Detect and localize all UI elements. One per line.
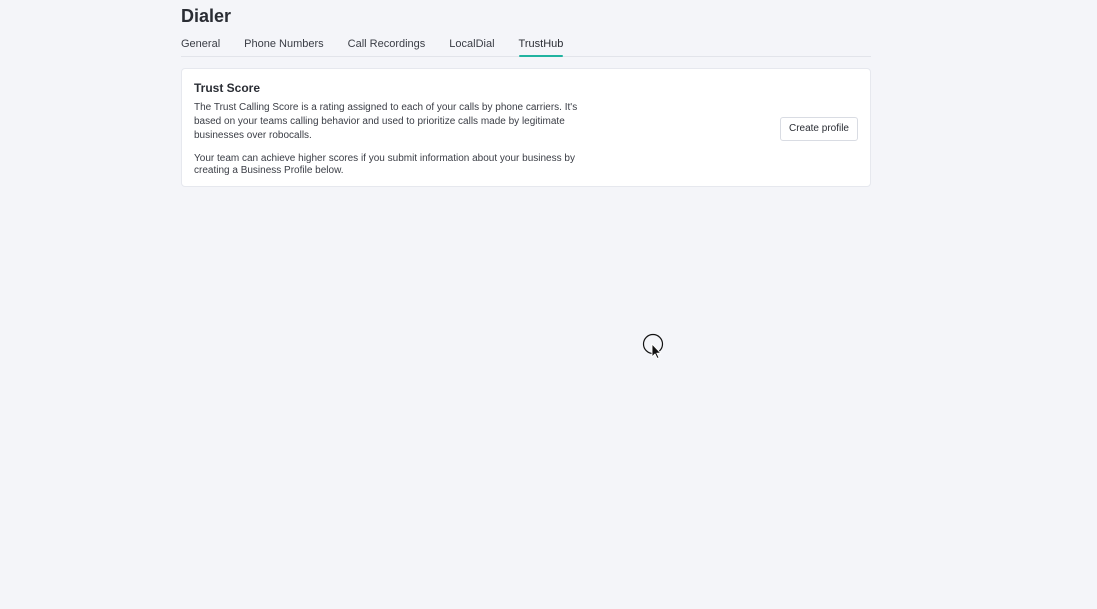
create-profile-button[interactable]: Create profile <box>779 117 858 141</box>
trust-score-hint: Your team can achieve higher scores if y… <box>194 153 575 176</box>
tab-localdial[interactable]: LocalDial <box>449 37 494 56</box>
tab-general[interactable]: General <box>181 37 220 56</box>
tab-call-recordings[interactable]: Call Recordings <box>348 37 426 56</box>
trust-score-description: The Trust Calling Score is a rating assi… <box>194 102 578 141</box>
tab-bar: General Phone Numbers Call Recordings Lo… <box>181 37 871 57</box>
mouse-pointer-icon <box>642 333 664 359</box>
tab-trusthub[interactable]: TrustHub <box>518 37 563 57</box>
tab-phone-numbers[interactable]: Phone Numbers <box>244 37 324 56</box>
trust-score-card: Trust Score The Trust Calling Score is a… <box>181 68 871 187</box>
trust-score-title: Trust Score <box>194 81 261 95</box>
page-title: Dialer <box>181 6 232 26</box>
